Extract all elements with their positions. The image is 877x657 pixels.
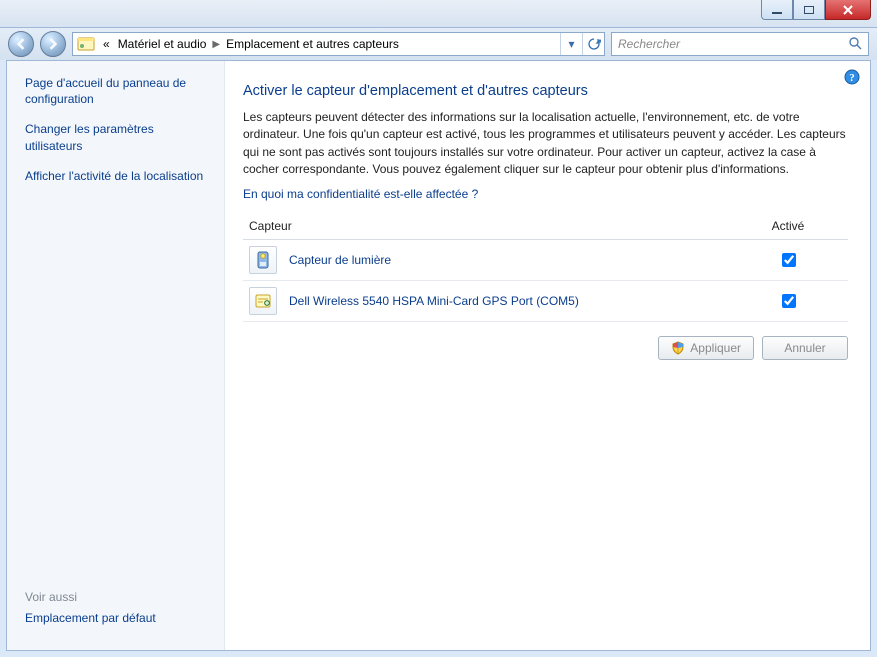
sensor-table: Capteur Activé Capteur de lumière	[243, 215, 848, 322]
apply-button[interactable]: Appliquer	[658, 336, 754, 360]
page-description: Les capteurs peuvent détecter des inform…	[243, 109, 848, 179]
apply-button-label: Appliquer	[690, 341, 741, 355]
gps-icon	[249, 287, 277, 315]
nav-forward-button[interactable]	[40, 31, 66, 57]
svg-text:?: ?	[849, 72, 855, 84]
address-bar[interactable]: « Matériel et audio ▶ Emplacement et aut…	[72, 32, 605, 56]
content-frame: Page d'accueil du panneau de configurati…	[6, 60, 871, 651]
search-input[interactable]: Rechercher	[611, 32, 869, 56]
help-icon[interactable]: ?	[844, 69, 860, 85]
light-sensor-icon	[249, 246, 277, 274]
breadcrumb-location-sensors[interactable]: Emplacement et autres capteurs	[222, 37, 403, 51]
privacy-link[interactable]: En quoi ma confidentialité est-elle affe…	[243, 187, 478, 201]
window-close-button[interactable]	[825, 0, 871, 20]
cancel-button[interactable]: Annuler	[762, 336, 848, 360]
column-header-sensor[interactable]: Capteur	[243, 215, 728, 240]
main-pane: ? Activer le capteur d'emplacement et d'…	[225, 61, 870, 650]
shield-icon	[671, 341, 685, 355]
page-title: Activer le capteur d'emplacement et d'au…	[243, 83, 848, 99]
window-minimize-button[interactable]	[761, 0, 793, 20]
sensor-checkbox-gps[interactable]	[782, 294, 796, 308]
table-row: Capteur de lumière	[243, 239, 848, 280]
sensor-link-light[interactable]: Capteur de lumière	[289, 253, 391, 267]
table-row: Dell Wireless 5540 HSPA Mini-Card GPS Po…	[243, 280, 848, 321]
column-header-active[interactable]: Activé	[728, 215, 848, 240]
address-dropdown-button[interactable]: ▾	[560, 33, 582, 55]
breadcrumb-prefix[interactable]: «	[99, 37, 114, 51]
breadcrumb-hardware-audio[interactable]: Matériel et audio	[114, 37, 211, 51]
window-titlebar	[0, 0, 877, 28]
see-also-heading: Voir aussi	[25, 590, 212, 604]
breadcrumb-separator-icon: ▶	[210, 39, 222, 50]
sidebar-link-change-user-settings[interactable]: Changer les paramètres utilisateurs	[25, 121, 212, 153]
navigation-bar: « Matériel et audio ▶ Emplacement et aut…	[0, 28, 877, 60]
sidebar-link-view-location-activity[interactable]: Afficher l'activité de la localisation	[25, 168, 212, 184]
sensor-link-gps[interactable]: Dell Wireless 5540 HSPA Mini-Card GPS Po…	[289, 294, 579, 308]
control-panel-icon	[75, 33, 97, 55]
sidebar: Page d'accueil du panneau de configurati…	[7, 61, 225, 650]
sensor-checkbox-light[interactable]	[782, 253, 796, 267]
refresh-button[interactable]	[582, 33, 604, 55]
search-placeholder: Rechercher	[618, 37, 680, 51]
cancel-button-label: Annuler	[784, 341, 825, 355]
window-maximize-button[interactable]	[793, 0, 825, 20]
nav-back-button[interactable]	[8, 31, 34, 57]
search-icon[interactable]	[848, 36, 862, 53]
see-also-default-location[interactable]: Emplacement par défaut	[25, 610, 212, 626]
sidebar-link-control-panel-home[interactable]: Page d'accueil du panneau de configurati…	[25, 75, 212, 107]
